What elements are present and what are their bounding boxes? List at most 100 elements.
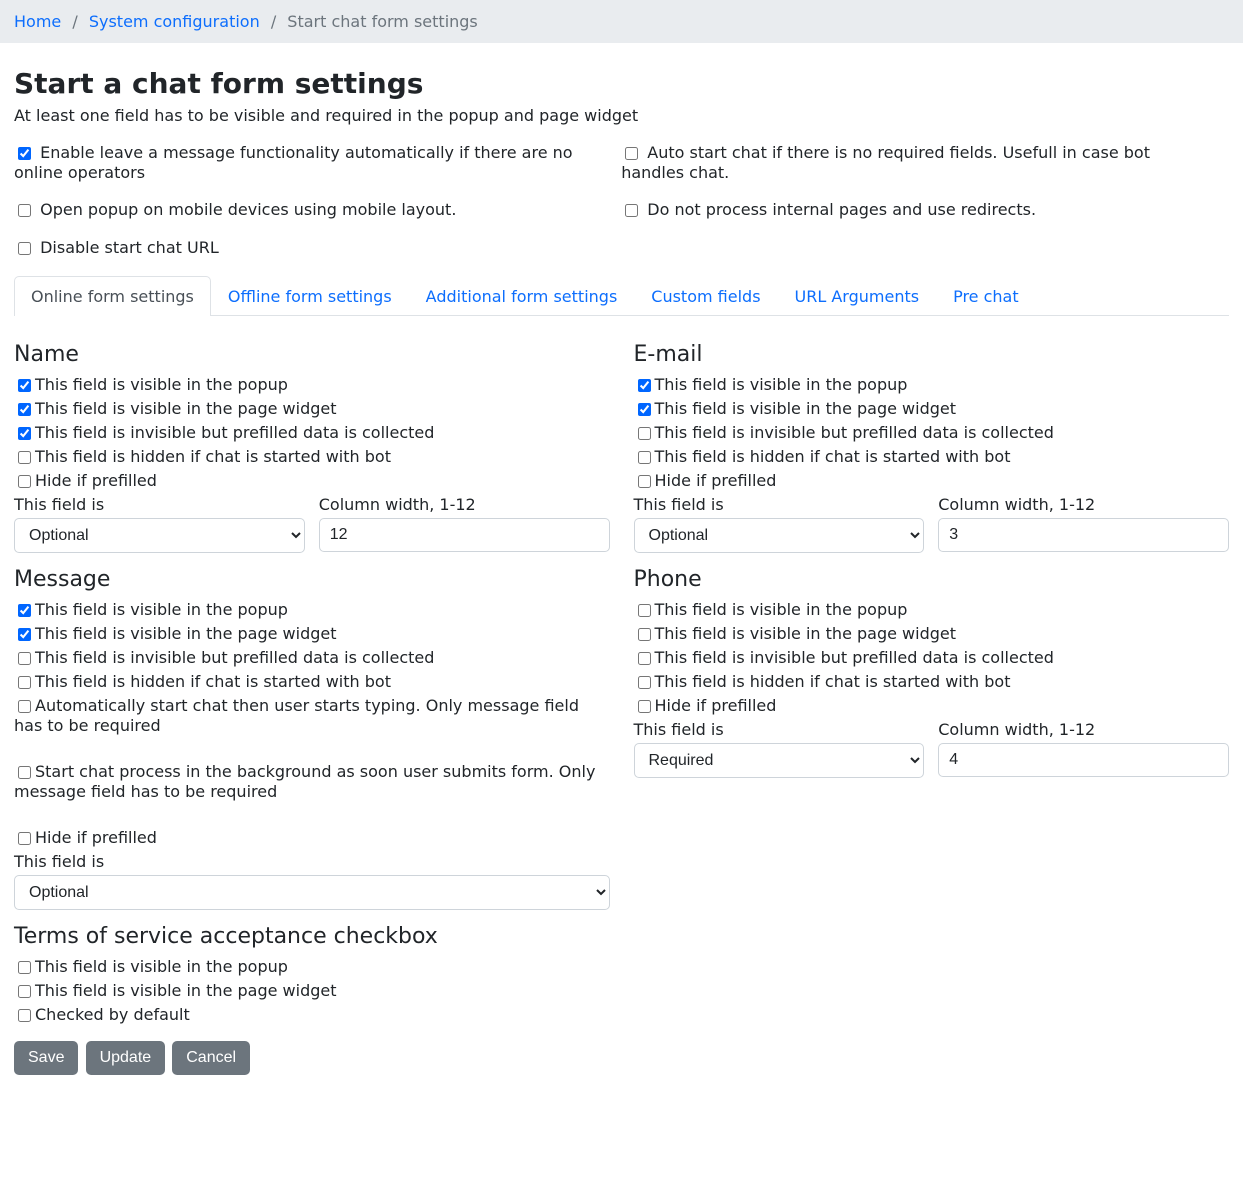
name-field-is-select[interactable]: Optional Required [14, 518, 305, 553]
tab-prechat[interactable]: Pre chat [936, 276, 1036, 316]
email-invisible-prefilled[interactable]: This field is invisible but prefilled da… [634, 423, 1230, 443]
name-hidden-bot[interactable]: This field is hidden if chat is started … [14, 447, 610, 467]
name-heading: Name [14, 342, 610, 367]
email-hidden-bot[interactable]: This field is hidden if chat is started … [634, 447, 1230, 467]
email-visible-widget[interactable]: This field is visible in the page widget [634, 399, 1230, 419]
tos-checked-default-checkbox[interactable] [18, 1009, 31, 1022]
name-visible-widget-checkbox[interactable] [18, 403, 31, 416]
email-invisible-prefilled-checkbox[interactable] [638, 427, 651, 440]
phone-visible-widget-checkbox[interactable] [638, 628, 651, 641]
email-visible-widget-checkbox[interactable] [638, 403, 651, 416]
message-auto-start-typing-checkbox[interactable] [18, 700, 31, 713]
breadcrumb-sep: / [265, 12, 282, 31]
name-colwidth-label: Column width, 1-12 [319, 495, 610, 514]
opt-auto-start-checkbox[interactable] [625, 147, 638, 160]
page-subtitle: At least one field has to be visible and… [14, 106, 1229, 125]
opt-no-internal-checkbox[interactable] [625, 204, 638, 217]
breadcrumb-sep: / [66, 12, 83, 31]
opt-no-internal-label: Do not process internal pages and use re… [647, 200, 1036, 219]
email-hidden-bot-checkbox[interactable] [638, 451, 651, 464]
opt-open-mobile-label: Open popup on mobile devices using mobil… [40, 200, 456, 219]
opt-enable-leave-msg-label: Enable leave a message functionality aut… [14, 143, 573, 182]
phone-visible-widget[interactable]: This field is visible in the page widget [634, 624, 1230, 644]
tos-visible-popup[interactable]: This field is visible in the popup [14, 957, 610, 977]
message-heading: Message [14, 567, 610, 592]
name-hide-prefilled[interactable]: Hide if prefilled [14, 471, 610, 491]
email-hide-prefilled-checkbox[interactable] [638, 475, 651, 488]
opt-enable-leave-msg-checkbox[interactable] [18, 147, 31, 160]
phone-visible-popup[interactable]: This field is visible in the popup [634, 600, 1230, 620]
update-button[interactable]: Update [86, 1041, 166, 1075]
message-invisible-prefilled-checkbox[interactable] [18, 652, 31, 665]
message-field-is-select[interactable]: Optional Required [14, 875, 610, 910]
message-hide-prefilled-checkbox[interactable] [18, 832, 31, 845]
message-invisible-prefilled[interactable]: This field is invisible but prefilled da… [14, 648, 610, 668]
cancel-button[interactable]: Cancel [172, 1041, 250, 1075]
message-visible-popup-checkbox[interactable] [18, 604, 31, 617]
tab-custom[interactable]: Custom fields [634, 276, 777, 316]
phone-field-is-select[interactable]: Required Optional [634, 743, 925, 778]
name-field-is-label: This field is [14, 495, 305, 514]
message-background-submit[interactable]: Start chat process in the background as … [14, 762, 610, 801]
tab-urlargs[interactable]: URL Arguments [778, 276, 937, 316]
breadcrumb-home[interactable]: Home [14, 12, 61, 31]
email-field-is-label: This field is [634, 495, 925, 514]
name-hide-prefilled-checkbox[interactable] [18, 475, 31, 488]
phone-hidden-bot-checkbox[interactable] [638, 676, 651, 689]
tos-visible-popup-checkbox[interactable] [18, 961, 31, 974]
message-hide-prefilled[interactable]: Hide if prefilled [14, 828, 610, 848]
opt-disable-url[interactable]: Disable start chat URL [14, 238, 597, 258]
email-field-is-select[interactable]: Optional Required [634, 518, 925, 553]
save-button[interactable]: Save [14, 1041, 78, 1075]
opt-auto-start-label: Auto start chat if there is no required … [621, 143, 1150, 182]
name-invisible-prefilled[interactable]: This field is invisible but prefilled da… [14, 423, 610, 443]
name-colwidth-input[interactable] [319, 518, 610, 552]
name-hidden-bot-checkbox[interactable] [18, 451, 31, 464]
opt-no-internal[interactable]: Do not process internal pages and use re… [621, 200, 1204, 220]
tab-online[interactable]: Online form settings [14, 276, 211, 316]
opt-open-mobile-checkbox[interactable] [18, 204, 31, 217]
message-visible-widget-checkbox[interactable] [18, 628, 31, 641]
tos-heading: Terms of service acceptance checkbox [14, 924, 610, 949]
message-visible-widget[interactable]: This field is visible in the page widget [14, 624, 610, 644]
name-visible-popup[interactable]: This field is visible in the popup [14, 375, 610, 395]
message-hidden-bot[interactable]: This field is hidden if chat is started … [14, 672, 610, 692]
email-hide-prefilled[interactable]: Hide if prefilled [634, 471, 1230, 491]
tos-checked-default[interactable]: Checked by default [14, 1005, 610, 1025]
name-visible-popup-checkbox[interactable] [18, 379, 31, 392]
name-invisible-prefilled-checkbox[interactable] [18, 427, 31, 440]
phone-field-is-label: This field is [634, 720, 925, 739]
message-visible-popup[interactable]: This field is visible in the popup [14, 600, 610, 620]
tos-visible-widget-checkbox[interactable] [18, 985, 31, 998]
tab-offline[interactable]: Offline form settings [211, 276, 409, 316]
phone-hidden-bot[interactable]: This field is hidden if chat is started … [634, 672, 1230, 692]
phone-invisible-prefilled[interactable]: This field is invisible but prefilled da… [634, 648, 1230, 668]
message-auto-start-typing[interactable]: Automatically start chat then user start… [14, 696, 610, 735]
name-visible-widget[interactable]: This field is visible in the page widget [14, 399, 610, 419]
phone-hide-prefilled[interactable]: Hide if prefilled [634, 696, 1230, 716]
opt-disable-url-label: Disable start chat URL [40, 238, 219, 257]
breadcrumb: Home / System configuration / Start chat… [0, 0, 1243, 43]
tab-additional[interactable]: Additional form settings [409, 276, 635, 316]
message-background-submit-checkbox[interactable] [18, 766, 31, 779]
email-colwidth-input[interactable] [938, 518, 1229, 552]
opt-open-mobile[interactable]: Open popup on mobile devices using mobil… [14, 200, 597, 220]
email-visible-popup[interactable]: This field is visible in the popup [634, 375, 1230, 395]
phone-invisible-prefilled-checkbox[interactable] [638, 652, 651, 665]
breadcrumb-sysconfig[interactable]: System configuration [89, 12, 260, 31]
message-hidden-bot-checkbox[interactable] [18, 676, 31, 689]
opt-disable-url-checkbox[interactable] [18, 242, 31, 255]
email-colwidth-label: Column width, 1-12 [938, 495, 1229, 514]
phone-heading: Phone [634, 567, 1230, 592]
email-heading: E-mail [634, 342, 1230, 367]
opt-auto-start[interactable]: Auto start chat if there is no required … [621, 143, 1204, 182]
tos-visible-widget[interactable]: This field is visible in the page widget [14, 981, 610, 1001]
phone-visible-popup-checkbox[interactable] [638, 604, 651, 617]
phone-colwidth-input[interactable] [938, 743, 1229, 777]
email-visible-popup-checkbox[interactable] [638, 379, 651, 392]
opt-enable-leave-msg[interactable]: Enable leave a message functionality aut… [14, 143, 597, 182]
top-options: Enable leave a message functionality aut… [14, 139, 1229, 262]
breadcrumb-current: Start chat form settings [287, 12, 477, 31]
phone-hide-prefilled-checkbox[interactable] [638, 700, 651, 713]
phone-colwidth-label: Column width, 1-12 [938, 720, 1229, 739]
